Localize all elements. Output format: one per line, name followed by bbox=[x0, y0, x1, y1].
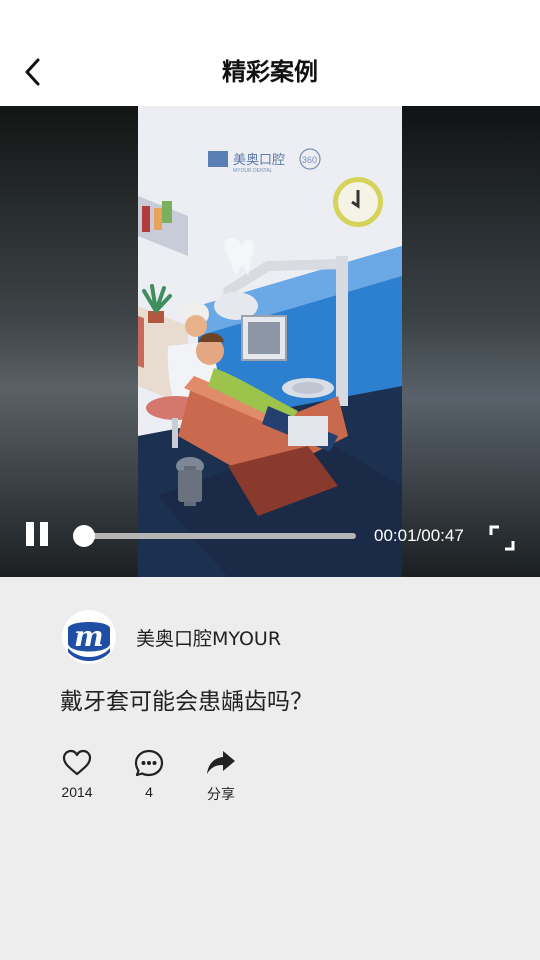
page-title: 精彩案例 bbox=[222, 58, 318, 86]
like-button[interactable]: 2014 bbox=[47, 748, 107, 800]
case-detail-page: 精彩案例 美奥口腔 MYOUR DENTAL 360 00:01/00:47 m… bbox=[0, 0, 540, 960]
share-icon bbox=[207, 751, 235, 774]
watermark-badge: 360 bbox=[302, 155, 317, 165]
share-button[interactable]: 分享 bbox=[191, 748, 251, 804]
watermark-brand: 美奥口腔 bbox=[233, 153, 285, 168]
post-title: 戴牙套可能会患龋齿吗？ bbox=[60, 689, 313, 715]
comment-icon bbox=[134, 749, 164, 777]
fullscreen-icon bbox=[489, 525, 515, 551]
playback-time: 00:01/00:47 bbox=[374, 526, 464, 545]
avatar-letter: m bbox=[74, 620, 104, 653]
top-bar: 精彩案例 bbox=[0, 0, 540, 106]
video-player[interactable]: 美奥口腔 MYOUR DENTAL 360 00:01/00:47 bbox=[0, 106, 540, 577]
comment-count: 4 bbox=[145, 784, 153, 800]
pause-icon bbox=[26, 522, 48, 546]
progress-bar[interactable] bbox=[78, 533, 356, 539]
video-controls: 00:01/00:47 bbox=[0, 506, 540, 577]
author-avatar[interactable]: m bbox=[62, 610, 116, 664]
watermark-sub: MYOUR DENTAL bbox=[233, 168, 273, 174]
progress-thumb[interactable] bbox=[72, 525, 95, 547]
heart-icon bbox=[62, 749, 92, 776]
author-name[interactable]: 美奥口腔MYOUR bbox=[136, 624, 281, 651]
like-count: 2014 bbox=[61, 784, 93, 800]
pause-button[interactable] bbox=[24, 520, 52, 548]
comment-button[interactable]: 4 bbox=[119, 748, 179, 800]
fullscreen-button[interactable] bbox=[488, 524, 516, 552]
myour-logo-icon: m bbox=[62, 610, 116, 664]
share-label: 分享 bbox=[207, 786, 235, 802]
